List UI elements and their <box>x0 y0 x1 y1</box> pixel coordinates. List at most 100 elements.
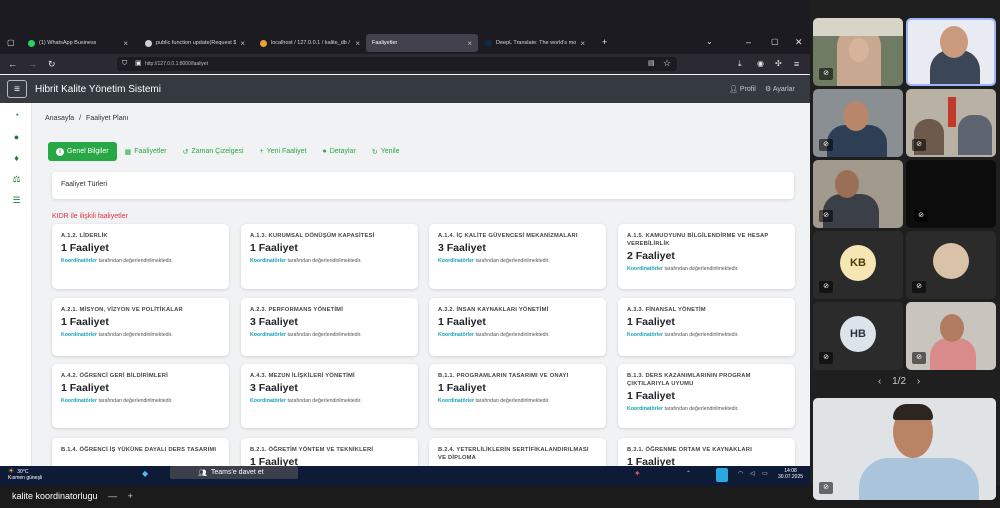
activity-card[interactable]: A.3.2. İNSAN KAYNAKLARI YÖNETİMİ 1 Faaliy… <box>429 298 606 356</box>
dashboard-icon[interactable]: ◔ <box>11 110 22 121</box>
card-title: A.2.3. PERFORMANS YÖNETİMİ <box>250 307 344 313</box>
maximize-icon[interactable]: ▢ <box>771 37 779 47</box>
evaluation-text: tarafından değerlendirilmektedir. <box>663 332 739 338</box>
activity-card[interactable]: A.1.5. KAMUOYUNU BİLGİLENDİRME VE HESAP … <box>618 224 795 289</box>
participant-avatar: HB <box>840 316 876 352</box>
back-icon[interactable]: ← <box>8 59 17 69</box>
tab-genel-bilgiler[interactable]: i Genel Bilgiler <box>48 142 117 161</box>
teams-invite-button[interactable]: 👥︎ Teams'e davet et <box>170 466 298 479</box>
extensions-icon[interactable]: ✣ <box>775 59 782 69</box>
tab-close-icon[interactable]: × <box>580 39 585 48</box>
minus-icon[interactable]: — <box>108 491 117 501</box>
tab-close-icon[interactable]: × <box>467 39 472 48</box>
activity-card[interactable]: A.3.3. FİNANSAL YÖNETİM 1 Faaliyet Koordin… <box>618 298 795 356</box>
wifi-icon[interactable]: ◠ <box>738 470 743 477</box>
activity-card[interactable]: B.2.1. ÖĞRETİM YÖNTEM VE TEKNİKLERİ 1 Faa… <box>241 438 418 466</box>
tab-overview-icon[interactable]: ▢ <box>7 38 15 48</box>
gear-icon: ⚙︎ <box>765 86 772 93</box>
meeting-name-label: kalite koordinatorlugu <box>12 491 98 501</box>
coordinators-label: Koordinatörler <box>627 266 664 272</box>
weather-widget[interactable]: ☀︎ 30°C Kısmen güneşli <box>8 468 42 481</box>
download-icon[interactable]: ⤓ <box>738 59 742 69</box>
sidebar-toggle-button[interactable]: ≡ <box>7 80 27 98</box>
browser-tab[interactable]: DeepL Translate: The world's most acc× <box>479 34 591 52</box>
minimize-icon[interactable]: – <box>746 37 751 47</box>
video-tile[interactable]: ⊘ <box>906 160 996 228</box>
shield-icon[interactable]: ⛉ <box>122 59 127 69</box>
diamond-app-icon[interactable]: ◆ <box>142 469 148 478</box>
account-icon[interactable]: ◉ <box>757 59 764 69</box>
breadcrumb-home[interactable]: Anasayfa <box>45 115 74 122</box>
refresh-button[interactable]: ↻ Yenile <box>364 142 408 161</box>
card-activity-count: 1 Faaliyet <box>627 456 675 466</box>
video-tile[interactable]: ⊘ <box>906 231 996 299</box>
tab-faaliyetler[interactable]: ▦ Faaliyetler <box>117 142 175 161</box>
tab-close-icon[interactable]: × <box>355 39 360 48</box>
bookmark-star-icon[interactable]: ☆ <box>663 58 671 68</box>
video-tile[interactable]: ⊘ <box>813 18 903 86</box>
video-pager: ‹ 1/2 › <box>878 376 920 387</box>
participant-photo <box>933 243 969 279</box>
prev-page-icon[interactable]: ‹ <box>878 376 881 387</box>
table-icon: ▦ <box>124 148 132 156</box>
new-activity-button[interactable]: + Yeni Faaliyet <box>252 142 315 161</box>
profile-link[interactable]: 👤︎ Profil <box>729 85 756 93</box>
browser-tab[interactable]: public function update(Request $requ× <box>139 34 251 52</box>
activity-card[interactable]: A.1.3. KURUMSAL DÖNÜŞÜM KAPASİTESİ 1 Faal… <box>241 224 418 289</box>
video-tile[interactable]: ⊘ <box>813 89 903 157</box>
user-icon[interactable]: ● <box>11 132 22 143</box>
tab-favicon-icon <box>28 39 35 47</box>
browser-tab[interactable]: (1) WhatsApp Business × <box>22 34 134 52</box>
activity-card[interactable]: A.2.3. PERFORMANS YÖNETİMİ 3 Faaliyet Koor… <box>241 298 418 356</box>
video-tile[interactable]: ⊘ <box>906 89 996 157</box>
menu-icon[interactable]: ≡ <box>794 59 799 69</box>
tab-zaman-cizelgesi-label: Zaman Çizelgesi <box>191 148 244 155</box>
self-view-tile[interactable]: ⊘ <box>813 398 996 500</box>
app-tray-icon[interactable]: ✦ <box>634 469 641 478</box>
activity-card[interactable]: A.4.2. ÖĞRENCİ GERİ BİLDİRİMLERİ 1 Faaliy… <box>52 364 229 428</box>
tab-close-icon[interactable]: × <box>240 39 245 48</box>
reload-icon[interactable]: ↻ <box>48 59 56 69</box>
video-tile[interactable]: ⊘ <box>813 160 903 228</box>
activity-card[interactable]: A.1.2. LİDERLİK 1 Faaliyet Koordinatörler … <box>52 224 229 289</box>
browser-tab[interactable]: Faaliyetler × <box>366 34 478 52</box>
balance-scale-icon[interactable]: ⚖︎ <box>11 174 22 185</box>
tab-label: public function update(Request $requ <box>156 40 237 46</box>
next-page-icon[interactable]: › <box>917 376 920 387</box>
speaker-icon[interactable]: ◁ <box>750 470 755 477</box>
tray-chevron-icon[interactable]: ⌃ <box>686 470 691 477</box>
activity-card[interactable]: B.1.3. DERS KAZANIMLARININ PROGRAM ÇIKTI… <box>618 364 795 428</box>
list-icon[interactable]: ☰ <box>11 195 22 206</box>
activity-card[interactable]: B.3.1. ÖĞRENME ORTAM VE KAYNAKLARI 1 Faal… <box>618 438 795 466</box>
battery-icon[interactable]: ▭ <box>762 470 768 477</box>
new-tab-icon[interactable]: + <box>602 37 607 47</box>
close-window-icon[interactable]: ✕ <box>795 37 803 47</box>
forward-icon[interactable]: → <box>28 59 37 69</box>
tab-genel-bilgiler-label: Genel Bilgiler <box>67 148 109 155</box>
settings-link[interactable]: ⚙︎ Ayarlar <box>765 85 795 93</box>
tab-list-chevron-icon[interactable]: ⌄ <box>706 37 713 47</box>
activity-card[interactable]: A.4.3. MEZUN İLİŞKİLERİ YÖNETİMİ 3 Faaliy… <box>241 364 418 428</box>
tab-zaman-cizelgesi[interactable]: ↺ Zaman Çizelgesi <box>175 142 252 161</box>
pen-tray-icon[interactable] <box>716 468 728 482</box>
activity-card[interactable]: B.2.4. YETERLİLİKLERİN SERTİFİKALANDIRIL… <box>429 438 606 466</box>
reader-view-icon[interactable]: ▤ <box>648 59 655 69</box>
browser-tab[interactable]: localhost / 127.0.0.1 / kalite_db / faal… <box>254 34 366 52</box>
lightbulb-icon[interactable]: ♦ <box>11 153 22 164</box>
activity-card[interactable]: A.2.1. MİSYON, VİZYON VE POLİTİKALAR 1 Fa… <box>52 298 229 356</box>
card-title: A.4.3. MEZUN İLİŞKİLERİ YÖNETİMİ <box>250 373 355 379</box>
breadcrumb-separator: / <box>79 115 82 122</box>
video-tile-active-speaker[interactable] <box>906 18 996 86</box>
video-tile[interactable]: KB ⊘ <box>813 231 903 299</box>
taskbar-clock[interactable]: 14:08 30.07.2025 <box>778 468 803 480</box>
video-tile[interactable]: HB ⊘ <box>813 302 903 370</box>
activity-card[interactable]: B.1.4. ÖĞRENCİ İŞ YÜKÜNE DAYALI DERS TAS… <box>52 438 229 466</box>
tab-detaylar[interactable]: ● Detaylar <box>315 142 364 161</box>
plus-icon[interactable]: + <box>128 491 133 501</box>
video-tile[interactable]: ⊘ <box>906 302 996 370</box>
activity-card[interactable]: A.1.4. İÇ KALİTE GÜVENCESİ MEKANİZMALARI… <box>429 224 606 289</box>
activity-card[interactable]: B.1.1. PROGRAMLARIN TASARIMI VE ONAYI 1 F… <box>429 364 606 428</box>
tab-close-icon[interactable]: × <box>123 39 128 48</box>
page-info-icon[interactable]: ▣ <box>135 59 142 69</box>
address-bar[interactable]: http://127.0.0.1:8000/faaliyet <box>117 57 677 71</box>
